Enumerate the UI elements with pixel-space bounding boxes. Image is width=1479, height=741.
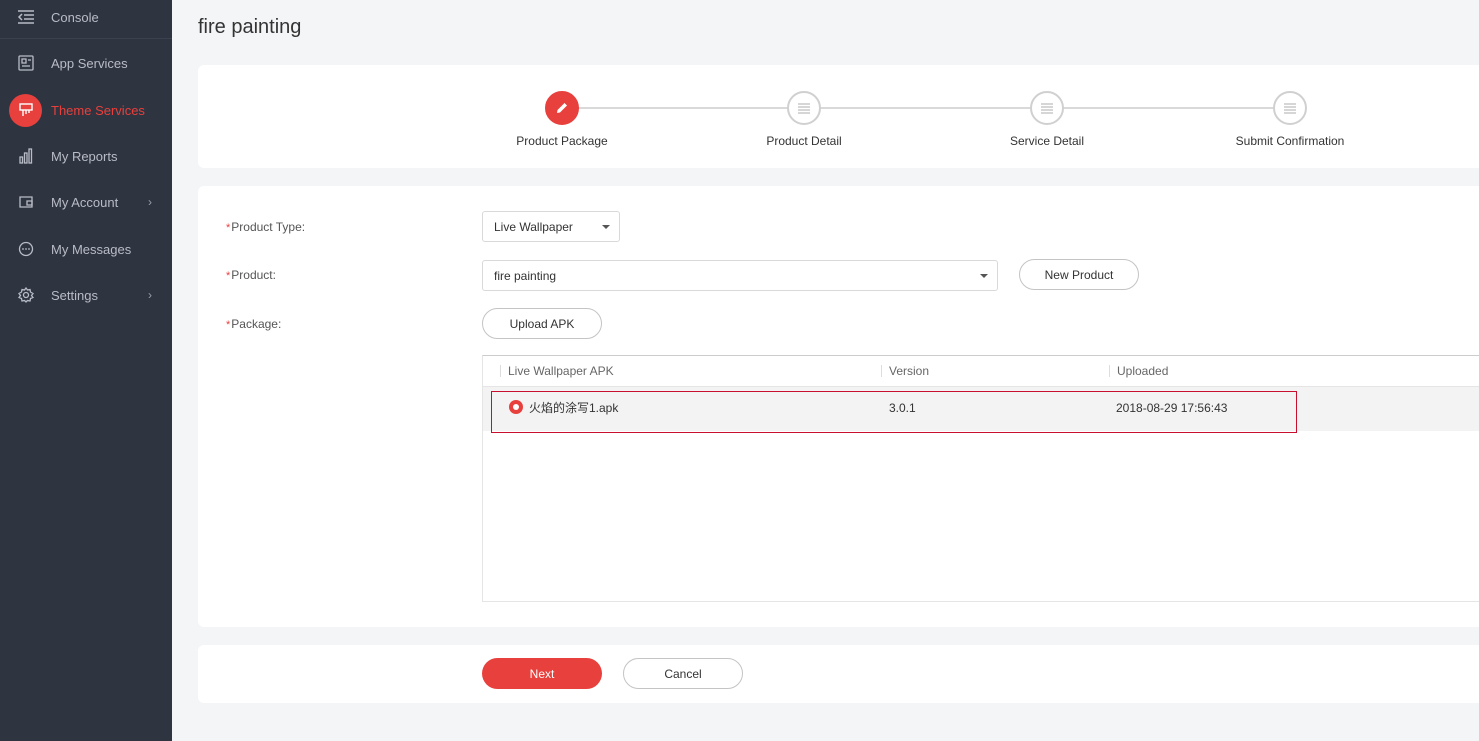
upload-apk-button[interactable]: Upload APK xyxy=(482,308,602,339)
sidebar-item-label: Console xyxy=(51,9,99,25)
progress-steps: Product Package Product Detail Service D… xyxy=(198,65,1479,168)
column-header-apk: Live Wallpaper APK xyxy=(500,364,614,378)
product-select[interactable]: fire painting xyxy=(482,260,998,291)
product-label: *Product: xyxy=(226,268,276,282)
sidebar-item-my-account[interactable]: My Account › xyxy=(0,180,172,224)
step-service-detail[interactable]: Service Detail xyxy=(957,91,1137,148)
product-type-value: Live Wallpaper xyxy=(494,219,573,234)
chevron-right-icon: › xyxy=(148,288,152,302)
theme-services-icon xyxy=(9,93,42,127)
message-icon xyxy=(17,240,35,258)
product-type-label: *Product Type: xyxy=(226,220,305,234)
step-submit-confirmation[interactable]: Submit Confirmation xyxy=(1200,91,1380,148)
sidebar-item-label: Theme Services xyxy=(51,102,145,118)
table-header: Live Wallpaper APK Version Uploaded xyxy=(483,356,1479,387)
chevron-down-icon xyxy=(602,224,610,229)
selection-highlight xyxy=(491,391,1297,433)
sidebar-item-theme-services[interactable]: Theme Services xyxy=(0,88,172,132)
list-icon xyxy=(1273,91,1307,125)
next-button[interactable]: Next xyxy=(482,658,602,689)
package-label: *Package: xyxy=(226,317,281,331)
step-label: Product Detail xyxy=(766,134,842,148)
step-label: Service Detail xyxy=(1009,134,1085,148)
label-text: Product Type: xyxy=(231,220,306,234)
sidebar-item-label: My Messages xyxy=(51,241,132,257)
chevron-right-icon: › xyxy=(148,195,152,209)
product-type-select[interactable]: Live Wallpaper xyxy=(482,211,620,242)
sidebar-item-label: My Account xyxy=(51,194,119,210)
pencil-icon xyxy=(545,91,579,125)
step-product-package[interactable]: Product Package xyxy=(472,91,652,148)
list-icon xyxy=(787,91,821,125)
apk-table: Live Wallpaper APK Version Uploaded 火焰的涂… xyxy=(482,355,1479,602)
sidebar-item-label: Settings xyxy=(51,287,98,303)
sidebar-item-label: My Reports xyxy=(51,148,118,164)
product-value: fire painting xyxy=(494,268,557,283)
step-label: Submit Confirmation xyxy=(1235,134,1345,148)
step-product-detail[interactable]: Product Detail xyxy=(714,91,894,148)
list-icon xyxy=(1030,91,1064,125)
page-title: fire painting xyxy=(198,16,302,38)
sidebar: Console App Services Theme Services My R… xyxy=(0,0,172,741)
column-header-version: Version xyxy=(881,364,929,378)
console-icon xyxy=(17,8,35,26)
new-product-button[interactable]: New Product xyxy=(1019,259,1139,290)
required-mark: * xyxy=(226,222,231,234)
app-services-icon xyxy=(17,54,35,72)
sidebar-item-console[interactable]: Console xyxy=(0,0,172,39)
package-form: *Product Type: Live Wallpaper *Product: … xyxy=(198,186,1479,627)
step-label: Product Package xyxy=(516,134,608,148)
bar-chart-icon xyxy=(17,147,35,165)
sidebar-divider xyxy=(0,38,172,39)
required-mark: * xyxy=(226,319,231,331)
table-row[interactable]: 火焰的涂写1.apk 3.0.1 2018-08-29 17:56:43 xyxy=(483,387,1479,433)
cancel-button[interactable]: Cancel xyxy=(623,658,743,689)
sidebar-item-app-services[interactable]: App Services xyxy=(0,41,172,85)
sidebar-item-settings[interactable]: Settings › xyxy=(0,273,172,317)
gear-icon xyxy=(17,286,35,304)
chevron-down-icon xyxy=(980,273,988,278)
required-mark: * xyxy=(226,270,231,282)
sidebar-item-my-reports[interactable]: My Reports xyxy=(0,134,172,178)
sidebar-item-my-messages[interactable]: My Messages xyxy=(0,227,172,271)
label-text: Product: xyxy=(231,268,276,282)
label-text: Package: xyxy=(231,317,282,331)
sidebar-item-label: App Services xyxy=(51,55,128,71)
column-header-uploaded: Uploaded xyxy=(1109,364,1168,378)
form-actions: Next Cancel xyxy=(198,645,1479,703)
account-icon xyxy=(17,193,35,211)
